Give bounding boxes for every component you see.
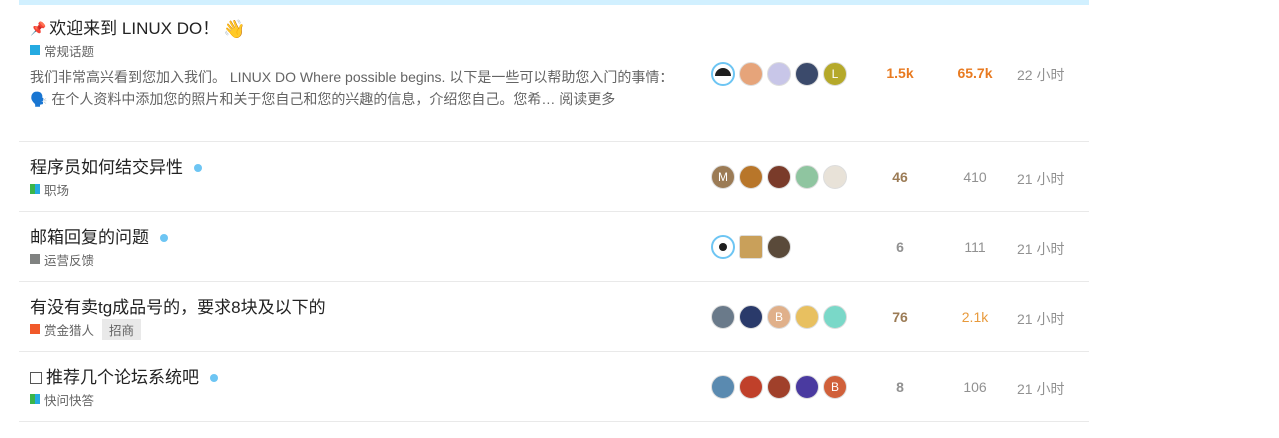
avatar[interactable] xyxy=(795,305,819,329)
topic-row[interactable]: 📌 欢迎来到 LINUX DO！ 👋 常规话题 我们非常高兴看到您加入我们。 L… xyxy=(19,5,1089,142)
topic-title[interactable]: 欢迎来到 LINUX DO！ xyxy=(49,18,219,40)
avatar[interactable] xyxy=(711,305,735,329)
topic-title[interactable]: 邮箱回复的问题 xyxy=(30,227,149,249)
category-badge[interactable]: 常规话题 xyxy=(30,41,690,59)
read-more-link[interactable]: 阅读更多 xyxy=(559,91,615,107)
reply-count[interactable]: 8 xyxy=(870,379,930,395)
unread-dot-icon xyxy=(194,164,202,172)
posters: B xyxy=(711,305,851,329)
category-badge[interactable]: 赏金猎人 招商 xyxy=(30,318,326,340)
topic-row[interactable]: 邮箱回复的问题 运营反馈 6 111 21 小时 xyxy=(19,212,1089,282)
avatar[interactable] xyxy=(795,62,819,86)
avatar[interactable] xyxy=(795,375,819,399)
category-name: 常规话题 xyxy=(44,44,95,59)
category-name: 赏金猎人 xyxy=(44,323,95,338)
avatar[interactable] xyxy=(711,62,735,86)
category-badge[interactable]: 运营反馈 xyxy=(30,250,168,268)
activity-time[interactable]: 21 小时 xyxy=(1017,169,1077,189)
avatar[interactable] xyxy=(795,165,819,189)
reply-count[interactable]: 76 xyxy=(870,309,930,325)
view-count: 65.7k xyxy=(957,65,993,81)
view-count: 106 xyxy=(963,379,987,395)
activity-time[interactable]: 21 小时 xyxy=(1017,239,1077,259)
category-badge[interactable]: 职场 xyxy=(30,180,202,198)
view-count: 2.1k xyxy=(961,309,989,325)
avatar[interactable] xyxy=(739,235,763,259)
avatar[interactable]: L xyxy=(823,62,847,86)
waving-hand-emoji: 👋 xyxy=(223,19,246,39)
checkbox-icon xyxy=(30,372,42,384)
topic-tag[interactable]: 招商 xyxy=(102,318,142,340)
avatar[interactable] xyxy=(739,375,763,399)
activity-time[interactable]: 21 小时 xyxy=(1017,379,1077,399)
avatar[interactable] xyxy=(711,235,735,259)
activity-time[interactable]: 22 小时 xyxy=(1017,65,1077,85)
avatar[interactable] xyxy=(767,165,791,189)
category-color-swatch xyxy=(30,394,40,404)
avatar[interactable] xyxy=(823,165,847,189)
avatar[interactable]: B xyxy=(767,305,791,329)
avatar[interactable]: M xyxy=(711,165,735,189)
reply-count[interactable]: 46 xyxy=(870,169,930,185)
unread-dot-icon xyxy=(210,374,218,382)
topic-row[interactable]: 有没有卖tg成品号的，要求8块及以下的 赏金猎人 招商 B 76 2.1k 21… xyxy=(19,282,1089,352)
topic-excerpt: 我们非常高兴看到您加入我们。 LINUX DO Where possible b… xyxy=(30,69,674,107)
avatar[interactable] xyxy=(739,305,763,329)
category-badge[interactable]: 快问快答 xyxy=(30,390,218,408)
category-color-swatch xyxy=(30,45,40,55)
view-count: 410 xyxy=(963,169,987,185)
category-name: 职场 xyxy=(44,183,70,198)
avatar[interactable] xyxy=(767,62,791,86)
view-count: 111 xyxy=(964,239,986,255)
topic-row[interactable]: 程序员如何结交异性 职场 M 46 410 21 小时 xyxy=(19,142,1089,212)
category-name: 运营反馈 xyxy=(44,253,95,268)
category-color-swatch xyxy=(30,324,40,334)
category-color-swatch xyxy=(30,184,40,194)
avatar[interactable] xyxy=(823,305,847,329)
topic-title[interactable]: 有没有卖tg成品号的，要求8块及以下的 xyxy=(30,297,326,319)
reply-count[interactable]: 1.5k xyxy=(870,65,930,81)
unread-dot-icon xyxy=(160,234,168,242)
avatar[interactable] xyxy=(739,165,763,189)
pin-icon: 📌 xyxy=(30,21,47,36)
avatar[interactable] xyxy=(711,375,735,399)
activity-time[interactable]: 21 小时 xyxy=(1017,309,1077,329)
posters xyxy=(711,235,795,259)
category-color-swatch xyxy=(30,254,40,264)
topic-title[interactable]: 推荐几个论坛系统吧 xyxy=(46,367,199,389)
posters: B xyxy=(711,375,851,399)
posters: M xyxy=(711,165,851,189)
posters: L xyxy=(711,62,851,86)
avatar[interactable]: B xyxy=(823,375,847,399)
avatar[interactable] xyxy=(767,235,791,259)
category-name: 快问快答 xyxy=(44,393,95,408)
topic-title[interactable]: 程序员如何结交异性 xyxy=(30,157,183,179)
topic-row[interactable]: 推荐几个论坛系统吧 快问快答 B 8 106 21 小时 xyxy=(19,352,1089,422)
avatar[interactable] xyxy=(739,62,763,86)
reply-count[interactable]: 6 xyxy=(870,239,930,255)
avatar[interactable] xyxy=(767,375,791,399)
topic-list: 📌 欢迎来到 LINUX DO！ 👋 常规话题 我们非常高兴看到您加入我们。 L… xyxy=(19,5,1089,422)
